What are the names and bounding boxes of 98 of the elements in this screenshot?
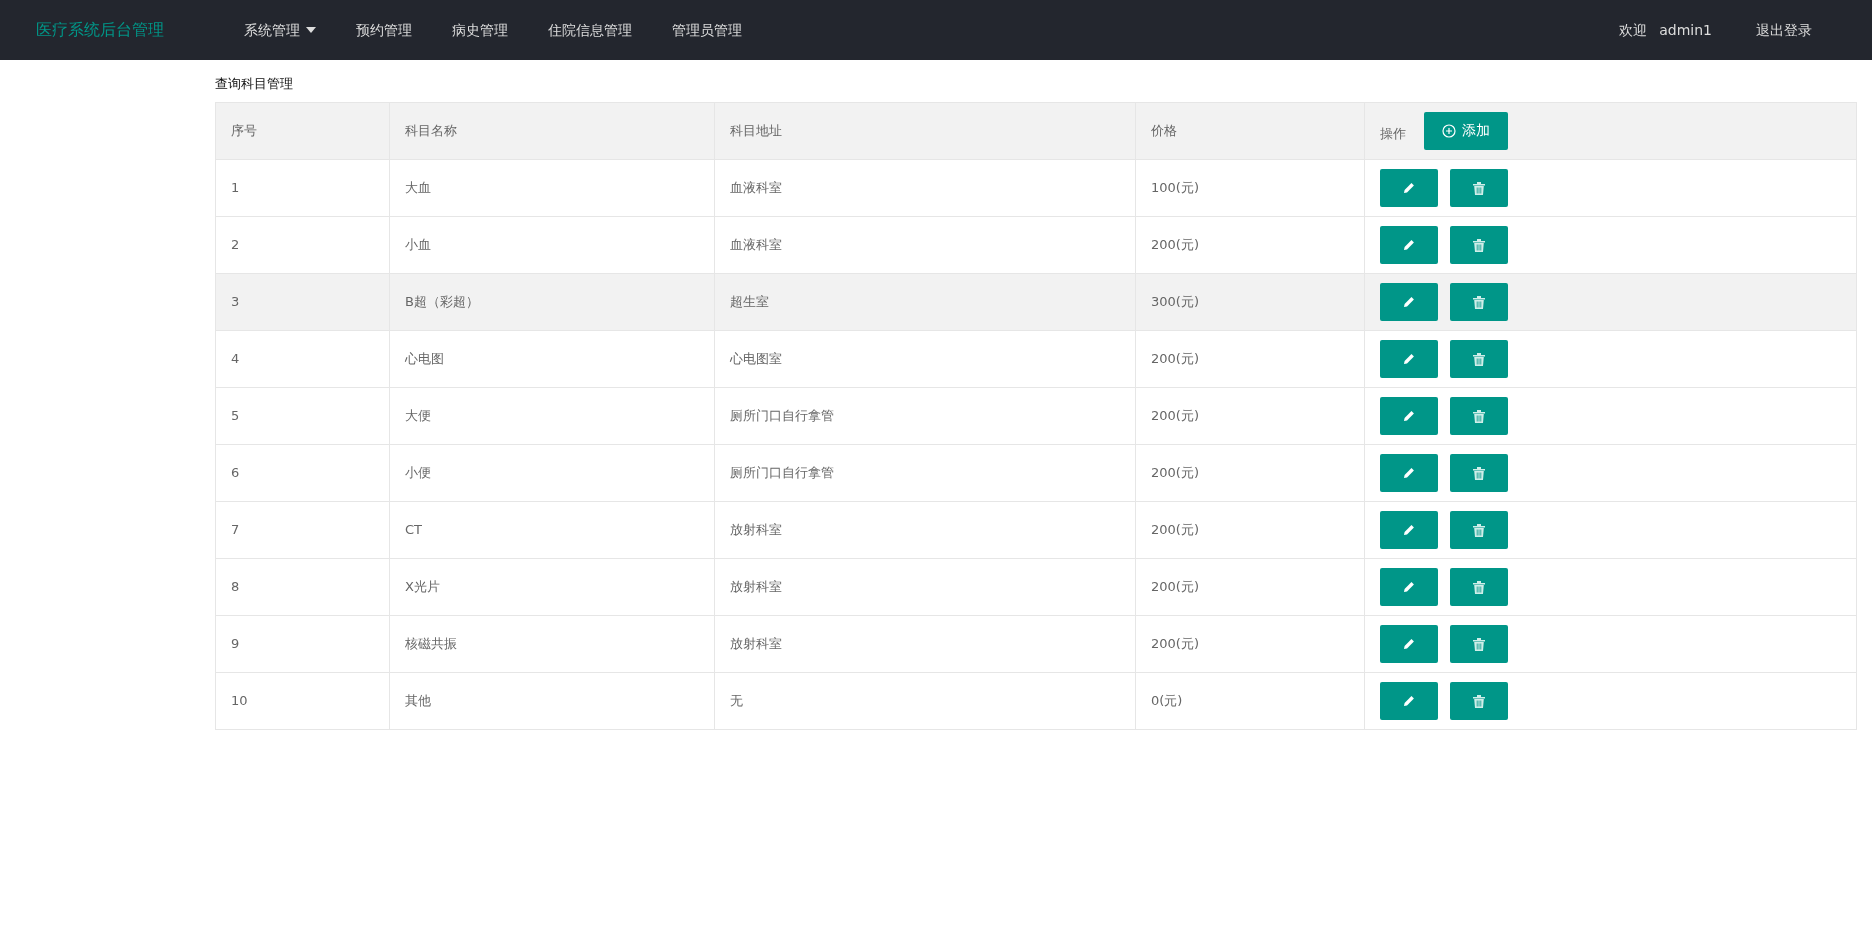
table-cell: 小血 (405, 236, 431, 252)
table-cell: 大血 (405, 179, 431, 195)
caret-icon (306, 27, 316, 33)
edit-button[interactable] (1380, 681, 1438, 720)
column-header: 科目名称 (405, 122, 457, 138)
pencil-icon (1403, 182, 1415, 195)
edit-button[interactable] (1380, 453, 1438, 492)
table-cell: CT (405, 521, 423, 537)
pencil-icon (1403, 410, 1415, 423)
table-cell: 血液科室 (730, 236, 782, 252)
table-cell: 放射科室 (730, 635, 782, 651)
table-cell: 其他 (405, 692, 431, 708)
trash-icon (1473, 580, 1485, 594)
table-cell: 8 (231, 578, 240, 594)
add-button[interactable]: 添加 (1424, 111, 1508, 150)
plus-circle-icon (1442, 123, 1456, 138)
table-cell: 200(元) (1151, 635, 1199, 651)
delete-button[interactable] (1450, 681, 1508, 720)
table-cell: X光片 (405, 578, 440, 594)
table-cell: 3 (231, 293, 240, 309)
table-cell: 200(元) (1151, 521, 1199, 537)
pencil-icon (1403, 581, 1415, 594)
delete-button[interactable] (1450, 510, 1508, 549)
trash-icon (1473, 295, 1485, 309)
table-cell: 7 (231, 521, 240, 537)
delete-button[interactable] (1450, 339, 1508, 378)
edit-button[interactable] (1380, 225, 1438, 264)
pencil-icon (1403, 353, 1415, 366)
column-header: 序号 (231, 122, 257, 138)
delete-button[interactable] (1450, 225, 1508, 264)
trash-icon (1473, 637, 1485, 651)
nav-menu-item[interactable]: 系统管理 (224, 19, 336, 41)
table-cell: 心电图室 (730, 350, 782, 366)
table-cell: 5 (231, 407, 240, 423)
column-header: 科目地址 (730, 122, 782, 138)
edit-button[interactable] (1380, 339, 1438, 378)
logout-link[interactable]: 退出登录 (1736, 19, 1832, 41)
column-header: 价格 (1151, 122, 1177, 138)
table-cell: 核磁共振 (405, 635, 457, 651)
pencil-icon (1403, 296, 1415, 309)
trash-icon (1473, 181, 1485, 195)
table-cell: 1 (231, 179, 240, 195)
table-cell: 2 (231, 236, 240, 252)
table-cell: 200(元) (1151, 407, 1199, 423)
welcome-text: 欢迎 (1618, 20, 1649, 40)
table-cell: 100(元) (1151, 179, 1199, 195)
table-cell: 血液科室 (730, 179, 782, 195)
edit-button[interactable] (1380, 624, 1438, 663)
pencil-icon (1403, 638, 1415, 651)
delete-button[interactable] (1450, 624, 1508, 663)
table-cell: 300(元) (1151, 293, 1199, 309)
table-cell: 200(元) (1151, 350, 1199, 366)
edit-button[interactable] (1380, 282, 1438, 321)
table-cell: 超生室 (730, 293, 769, 309)
trash-icon (1473, 409, 1485, 423)
table-cell: 厕所门口自行拿管 (730, 464, 834, 480)
table-cell: 4 (231, 350, 240, 366)
table-cell: 大便 (405, 407, 431, 423)
edit-button[interactable] (1380, 510, 1438, 549)
trash-icon (1473, 352, 1485, 366)
trash-icon (1473, 466, 1485, 480)
table-cell: 9 (231, 635, 240, 651)
delete-button[interactable] (1450, 396, 1508, 435)
app-title: 医疗系统后台管理 (36, 19, 164, 41)
table-cell: 放射科室 (730, 578, 782, 594)
nav-menu-item[interactable]: 住院信息管理 (528, 19, 652, 41)
pencil-icon (1403, 239, 1415, 252)
table-cell: 200(元) (1151, 464, 1199, 480)
table-cell: 200(元) (1151, 236, 1199, 252)
trash-icon (1473, 694, 1485, 708)
table-cell: 小便 (405, 464, 431, 480)
table-cell: 0(元) (1151, 692, 1183, 708)
table-cell: 200(元) (1151, 578, 1199, 594)
table-cell: 心电图 (405, 350, 444, 366)
table-cell: 厕所门口自行拿管 (730, 407, 834, 423)
table-cell: 6 (231, 464, 240, 480)
nav-menu-item[interactable]: 预约管理 (336, 19, 432, 41)
column-header: 操作 (1380, 125, 1406, 141)
delete-button[interactable] (1450, 453, 1508, 492)
page-title: 查询科目管理 (215, 75, 294, 93)
table-cell: 无 (730, 692, 743, 708)
nav-menu-item[interactable]: 管理员管理 (652, 19, 762, 41)
pencil-icon (1403, 695, 1415, 708)
username-link[interactable]: admin1 (1655, 19, 1736, 41)
table-cell: 放射科室 (730, 521, 782, 537)
edit-button[interactable] (1380, 396, 1438, 435)
delete-button[interactable] (1450, 282, 1508, 321)
pencil-icon (1403, 524, 1415, 537)
edit-button[interactable] (1380, 168, 1438, 207)
nav-menu-item[interactable]: 病史管理 (432, 19, 528, 41)
pencil-icon (1403, 467, 1415, 480)
table-cell: B超（彩超） (405, 293, 479, 309)
edit-button[interactable] (1380, 567, 1438, 606)
trash-icon (1473, 523, 1485, 537)
table-cell: 10 (231, 692, 248, 708)
delete-button[interactable] (1450, 567, 1508, 606)
delete-button[interactable] (1450, 168, 1508, 207)
trash-icon (1473, 238, 1485, 252)
